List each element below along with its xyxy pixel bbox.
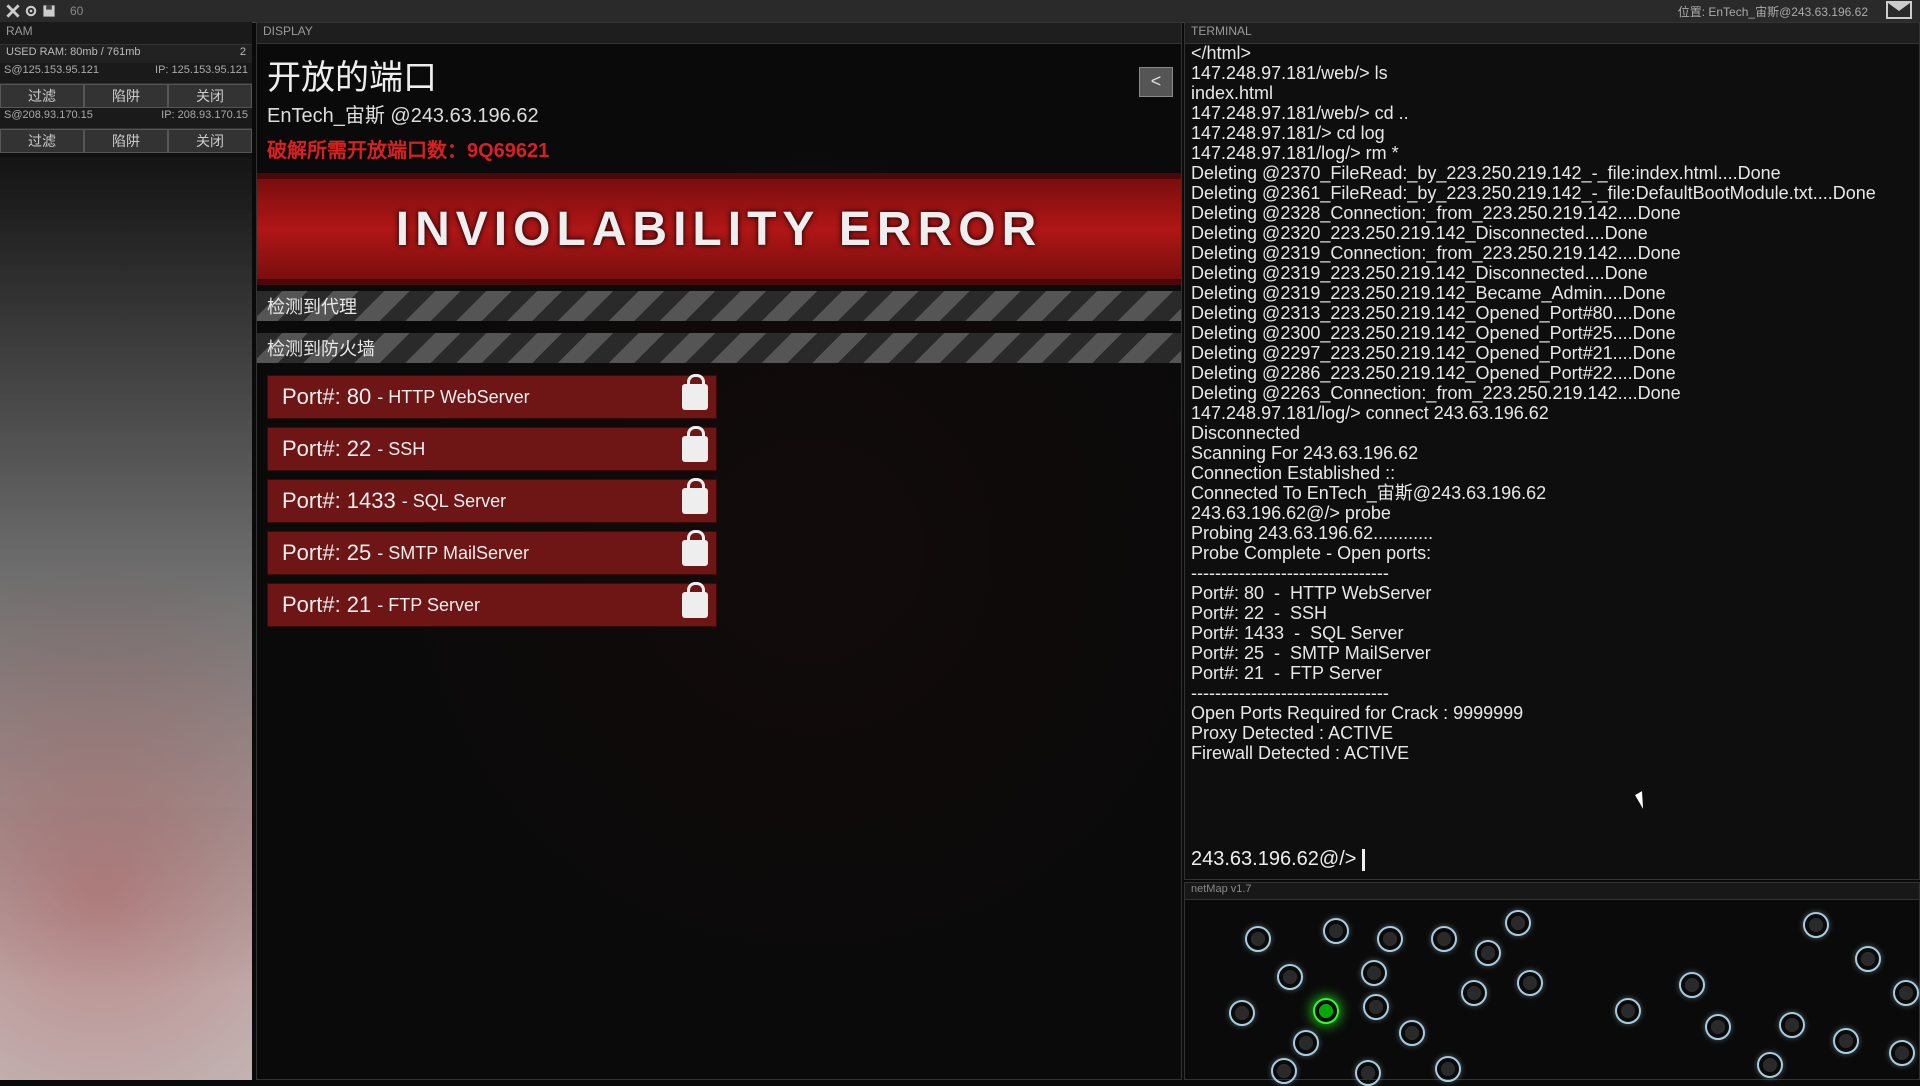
netmap-node[interactable]: [1889, 1040, 1915, 1066]
netmap-node[interactable]: [1517, 970, 1543, 996]
netmap-node[interactable]: [1271, 1058, 1297, 1084]
terminal-panel-title: TERMINAL: [1185, 23, 1919, 44]
netmap-node[interactable]: [1779, 1012, 1805, 1038]
terminal-prompt[interactable]: 243.63.196.62@/>: [1191, 848, 1365, 871]
port-row[interactable]: Port#: 21 - FTP Server: [267, 583, 717, 627]
netmap-node[interactable]: [1229, 1000, 1255, 1026]
close-button[interactable]: 关闭: [168, 129, 252, 153]
trap-button[interactable]: 陷阱: [84, 84, 168, 108]
firewall-detected-bar: 检测到防火墙: [257, 333, 1181, 363]
close-button[interactable]: 关闭: [168, 84, 252, 108]
netmap-node[interactable]: [1361, 960, 1387, 986]
fps-counter: 60: [62, 4, 91, 18]
netmap-node[interactable]: [1377, 926, 1403, 952]
netmap-node[interactable]: [1505, 910, 1531, 936]
lock-icon: [682, 540, 708, 566]
lock-icon: [682, 592, 708, 618]
close-icon[interactable]: [6, 4, 20, 18]
netmap-node[interactable]: [1323, 918, 1349, 944]
ram-panel: RAM USED RAM: 80mb / 761mb2 S@125.153.95…: [0, 22, 252, 1080]
terminal-output: </html> 147.248.97.181/web/> ls index.ht…: [1191, 43, 1913, 873]
filter-button[interactable]: 过滤: [0, 129, 84, 153]
netmap-node[interactable]: [1293, 1030, 1319, 1056]
lock-icon: [682, 488, 708, 514]
netmap-node[interactable]: [1399, 1020, 1425, 1046]
port-row[interactable]: Port#: 1433 - SQL Server: [267, 479, 717, 523]
gear-icon[interactable]: [24, 4, 38, 18]
netmap-node[interactable]: [1313, 998, 1339, 1024]
mail-icon[interactable]: [1878, 1, 1920, 22]
process-row[interactable]: S@125.153.95.121IP: 125.153.95.121: [0, 63, 252, 84]
ram-usage: USED RAM: 80mb / 761mb2: [0, 45, 252, 63]
top-bar: 60 位置: EnTech_宙斯@243.63.196.62: [0, 0, 1920, 23]
netmap-node[interactable]: [1833, 1028, 1859, 1054]
netmap-node[interactable]: [1363, 994, 1389, 1020]
netmap-node[interactable]: [1461, 980, 1487, 1006]
port-row[interactable]: Port#: 22 - SSH: [267, 427, 717, 471]
process-buttons: 过滤 陷阱 关闭: [0, 129, 252, 153]
netmap-node[interactable]: [1615, 998, 1641, 1024]
process-buttons: 过滤 陷阱 关闭: [0, 84, 252, 108]
netmap-node[interactable]: [1277, 964, 1303, 990]
netmap-node[interactable]: [1245, 926, 1271, 952]
location-label: 位置: EnTech_宙斯@243.63.196.62: [1668, 3, 1878, 20]
back-button[interactable]: <: [1139, 67, 1173, 97]
netmap-node[interactable]: [1475, 940, 1501, 966]
netmap-node[interactable]: [1803, 912, 1829, 938]
display-panel-title: DISPLAY: [257, 23, 1181, 44]
netmap-node[interactable]: [1435, 1056, 1461, 1082]
trap-button[interactable]: 陷阱: [84, 129, 168, 153]
netmap-node[interactable]: [1705, 1014, 1731, 1040]
netmap-node[interactable]: [1679, 972, 1705, 998]
netmap-node[interactable]: [1757, 1052, 1783, 1078]
process-row[interactable]: S@208.93.170.15IP: 208.93.170.15: [0, 108, 252, 129]
filter-button[interactable]: 过滤: [0, 84, 84, 108]
port-row[interactable]: Port#: 80 - HTTP WebServer: [267, 375, 717, 419]
netmap-title: netMap v1.7: [1185, 883, 1919, 900]
ram-panel-title: RAM: [0, 22, 252, 45]
crack-requirement: 破解所需开放端口数：9Q69621: [257, 134, 1181, 173]
netmap-node[interactable]: [1893, 980, 1919, 1006]
page-title: 开放的端口: [257, 44, 1181, 99]
target-host: EnTech_宙斯 @243.63.196.62: [257, 99, 1181, 134]
netmap-panel[interactable]: netMap v1.7: [1184, 882, 1920, 1080]
terminal-panel[interactable]: TERMINAL </html> 147.248.97.181/web/> ls…: [1184, 22, 1920, 880]
netmap-node[interactable]: [1355, 1060, 1381, 1086]
lock-icon: [682, 436, 708, 462]
lock-icon: [682, 384, 708, 410]
netmap-node[interactable]: [1855, 946, 1881, 972]
proxy-detected-bar: 检测到代理: [257, 291, 1181, 321]
error-banner: INVIOLABILITY ERROR: [257, 173, 1181, 285]
netmap-node[interactable]: [1431, 926, 1457, 952]
save-icon[interactable]: [42, 4, 56, 18]
display-panel: DISPLAY < 开放的端口 EnTech_宙斯 @243.63.196.62…: [256, 22, 1182, 1080]
port-row[interactable]: Port#: 25 - SMTP MailServer: [267, 531, 717, 575]
